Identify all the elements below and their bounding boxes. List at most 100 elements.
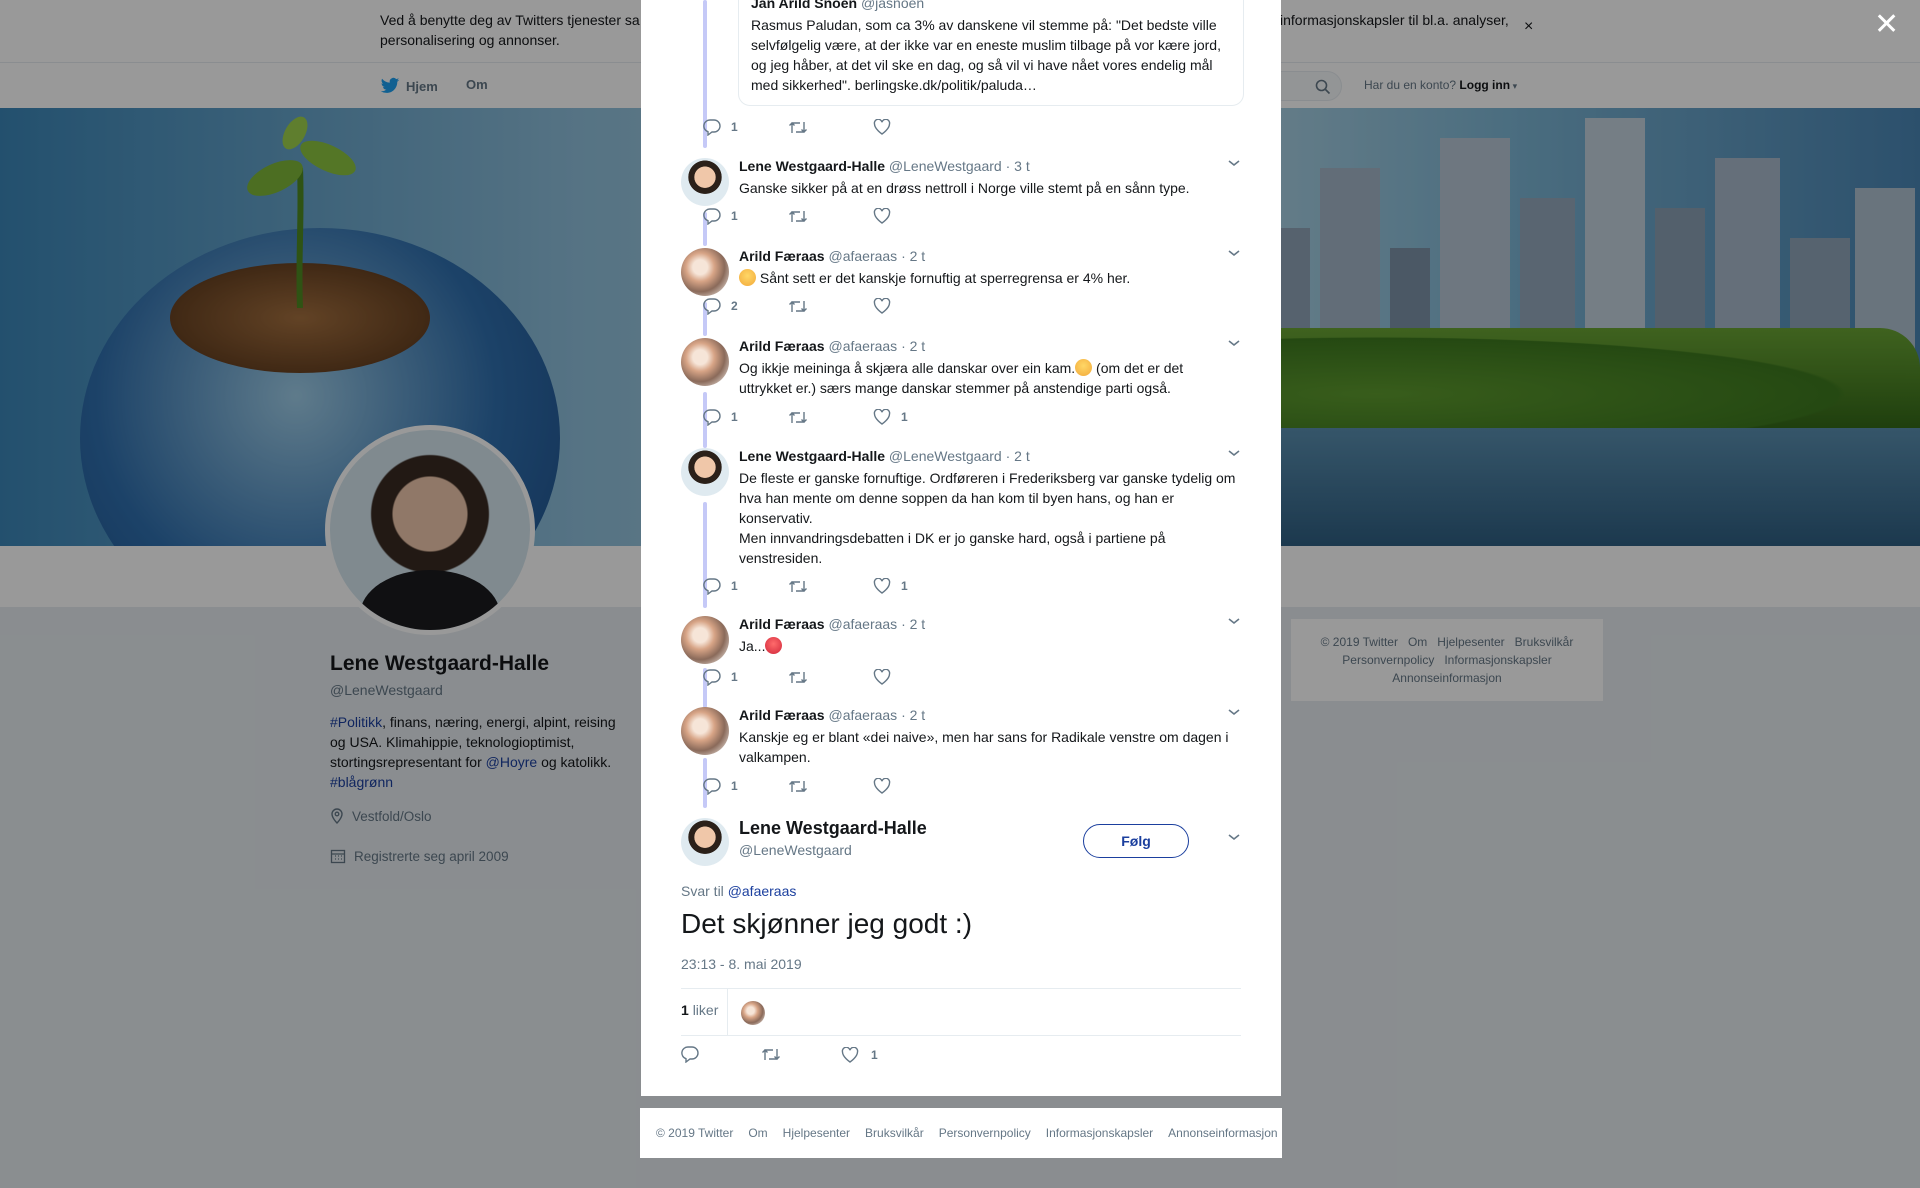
reply-button[interactable]: 1 xyxy=(703,207,788,225)
like-button[interactable]: 1 xyxy=(873,409,958,425)
like-button[interactable] xyxy=(873,778,958,794)
reply-icon xyxy=(703,668,721,686)
tweet-body: Arild Færaas @afaeraas · 2 t Og ikkje me… xyxy=(739,338,1239,398)
retweet-icon xyxy=(789,411,807,423)
author-name[interactable]: Lene Westgaard-Halle xyxy=(739,158,885,174)
author-handle[interactable]: @LeneWestgaard xyxy=(889,448,1002,464)
quoted-tweet[interactable]: Jan Arild Snoen @jasnoen Rasmus Paludan,… xyxy=(738,0,1244,106)
quoted-author-name: Jan Arild Snoen xyxy=(751,0,858,11)
heart-icon xyxy=(841,1046,859,1063)
nerd-face-emoji-icon xyxy=(1075,359,1093,376)
likes-label: liker xyxy=(692,1002,719,1018)
tweet-time[interactable]: · 2 t xyxy=(1006,448,1030,464)
likes-stat[interactable]: 1 liker xyxy=(681,1002,718,1018)
like-button[interactable] xyxy=(873,119,958,135)
author-name[interactable]: Lene Westgaard-Halle xyxy=(739,448,885,464)
tweet-time[interactable]: · 2 t xyxy=(901,616,925,632)
reply-button[interactable]: 1 xyxy=(703,408,788,426)
reply-button[interactable]: 1 xyxy=(703,668,788,686)
avatar[interactable] xyxy=(681,338,729,386)
tweet-actions: 1 1 xyxy=(703,576,958,596)
tweet-actions: 1 xyxy=(703,776,958,796)
reply-to-label: Svar til xyxy=(681,883,724,899)
reply-count: 1 xyxy=(731,120,738,134)
chevron-down-icon[interactable] xyxy=(1227,616,1241,626)
avatar[interactable] xyxy=(681,158,729,206)
heart-icon xyxy=(873,208,891,224)
reply-icon xyxy=(703,777,721,795)
tweet-actions: 1 xyxy=(703,206,958,226)
reply-button[interactable] xyxy=(681,1046,761,1063)
like-count: 1 xyxy=(901,579,908,593)
footer-link-privacy[interactable]: Personvernpolicy xyxy=(939,1126,1031,1140)
footer-link-terms[interactable]: Bruksvilkår xyxy=(865,1126,924,1140)
quoted-tweet-text: Rasmus Paludan, som ca 3% av danskene vi… xyxy=(751,17,1221,93)
avatar[interactable] xyxy=(681,818,729,866)
author-name[interactable]: Arild Færaas xyxy=(739,248,825,264)
reply-icon xyxy=(703,118,721,136)
liker-avatar[interactable] xyxy=(741,1001,765,1025)
like-button[interactable] xyxy=(873,208,958,224)
like-button[interactable]: 1 xyxy=(841,1046,921,1063)
footer-link-cookies[interactable]: Informasjonskapsler xyxy=(1046,1126,1153,1140)
retweet-button[interactable] xyxy=(788,299,873,314)
retweet-button[interactable] xyxy=(788,779,873,794)
author-handle[interactable]: @LeneWestgaard xyxy=(889,158,1002,174)
reply-button[interactable]: 1 xyxy=(703,118,788,136)
author-handle[interactable]: @afaeraas xyxy=(828,616,897,632)
chevron-down-icon[interactable] xyxy=(1227,832,1241,842)
author-name[interactable]: Arild Færaas xyxy=(739,338,825,354)
tweet-time[interactable]: · 2 t xyxy=(901,707,925,723)
retweet-button[interactable] xyxy=(788,410,873,425)
retweet-icon xyxy=(789,780,807,792)
retweet-button[interactable] xyxy=(788,670,873,685)
tweet-time[interactable]: · 3 t xyxy=(1006,158,1030,174)
author-name[interactable]: Arild Færaas xyxy=(739,616,825,632)
tweet-time[interactable]: · 2 t xyxy=(901,248,925,264)
avatar[interactable] xyxy=(681,616,729,664)
like-button[interactable] xyxy=(873,298,958,314)
retweet-button[interactable] xyxy=(761,1047,841,1062)
tweet-header: Arild Færaas @afaeraas · 2 t xyxy=(739,248,1239,266)
author-handle[interactable]: @afaeraas xyxy=(828,707,897,723)
reply-button[interactable]: 2 xyxy=(703,297,788,315)
like-count: 1 xyxy=(901,410,908,424)
reply-to-mention[interactable]: @afaeraas xyxy=(728,883,797,899)
author-handle[interactable]: @afaeraas xyxy=(828,338,897,354)
retweet-button[interactable] xyxy=(788,120,873,135)
reply-count: 2 xyxy=(731,299,738,313)
chevron-down-icon[interactable] xyxy=(1227,248,1241,258)
heart-icon xyxy=(873,298,891,314)
like-button[interactable]: 1 xyxy=(873,578,958,594)
chevron-down-icon[interactable] xyxy=(1227,158,1241,168)
retweet-button[interactable] xyxy=(788,209,873,224)
chevron-down-icon[interactable] xyxy=(1227,338,1241,348)
avatar[interactable] xyxy=(681,448,729,496)
chevron-down-icon[interactable] xyxy=(1227,707,1241,717)
tweet-timestamp[interactable]: 23:13 - 8. mai 2019 xyxy=(681,956,802,972)
author-name[interactable]: Lene Westgaard-Halle xyxy=(739,818,927,839)
reply-button[interactable]: 1 xyxy=(703,577,788,595)
tweet-time[interactable]: · 2 t xyxy=(901,338,925,354)
retweet-button[interactable] xyxy=(788,579,873,594)
tweet-actions: 1 xyxy=(703,117,958,137)
reply-icon xyxy=(681,1046,699,1063)
author-handle[interactable]: @LeneWestgaard xyxy=(739,842,852,858)
avatar[interactable] xyxy=(681,248,729,296)
tweet-actions: 1 xyxy=(703,667,958,687)
reply-icon xyxy=(703,297,721,315)
like-count: 1 xyxy=(871,1047,878,1062)
author-name[interactable]: Arild Færaas xyxy=(739,707,825,723)
footer-link-about[interactable]: Om xyxy=(748,1126,767,1140)
follow-button[interactable]: Følg xyxy=(1083,824,1189,858)
author-handle[interactable]: @afaeraas xyxy=(828,248,897,264)
footer-link-help[interactable]: Hjelpesenter xyxy=(783,1126,850,1140)
chevron-down-icon[interactable] xyxy=(1227,448,1241,458)
close-modal-button[interactable]: ✕ xyxy=(1874,10,1899,40)
tweet-actions: 2 xyxy=(703,296,958,316)
footer-link-ads[interactable]: Annonseinformasjon xyxy=(1168,1126,1277,1140)
reply-button[interactable]: 1 xyxy=(703,777,788,795)
avatar[interactable] xyxy=(681,707,729,755)
tweet-text: Kanskje eg er blant «dei naive», men har… xyxy=(739,729,1229,765)
like-button[interactable] xyxy=(873,669,958,685)
